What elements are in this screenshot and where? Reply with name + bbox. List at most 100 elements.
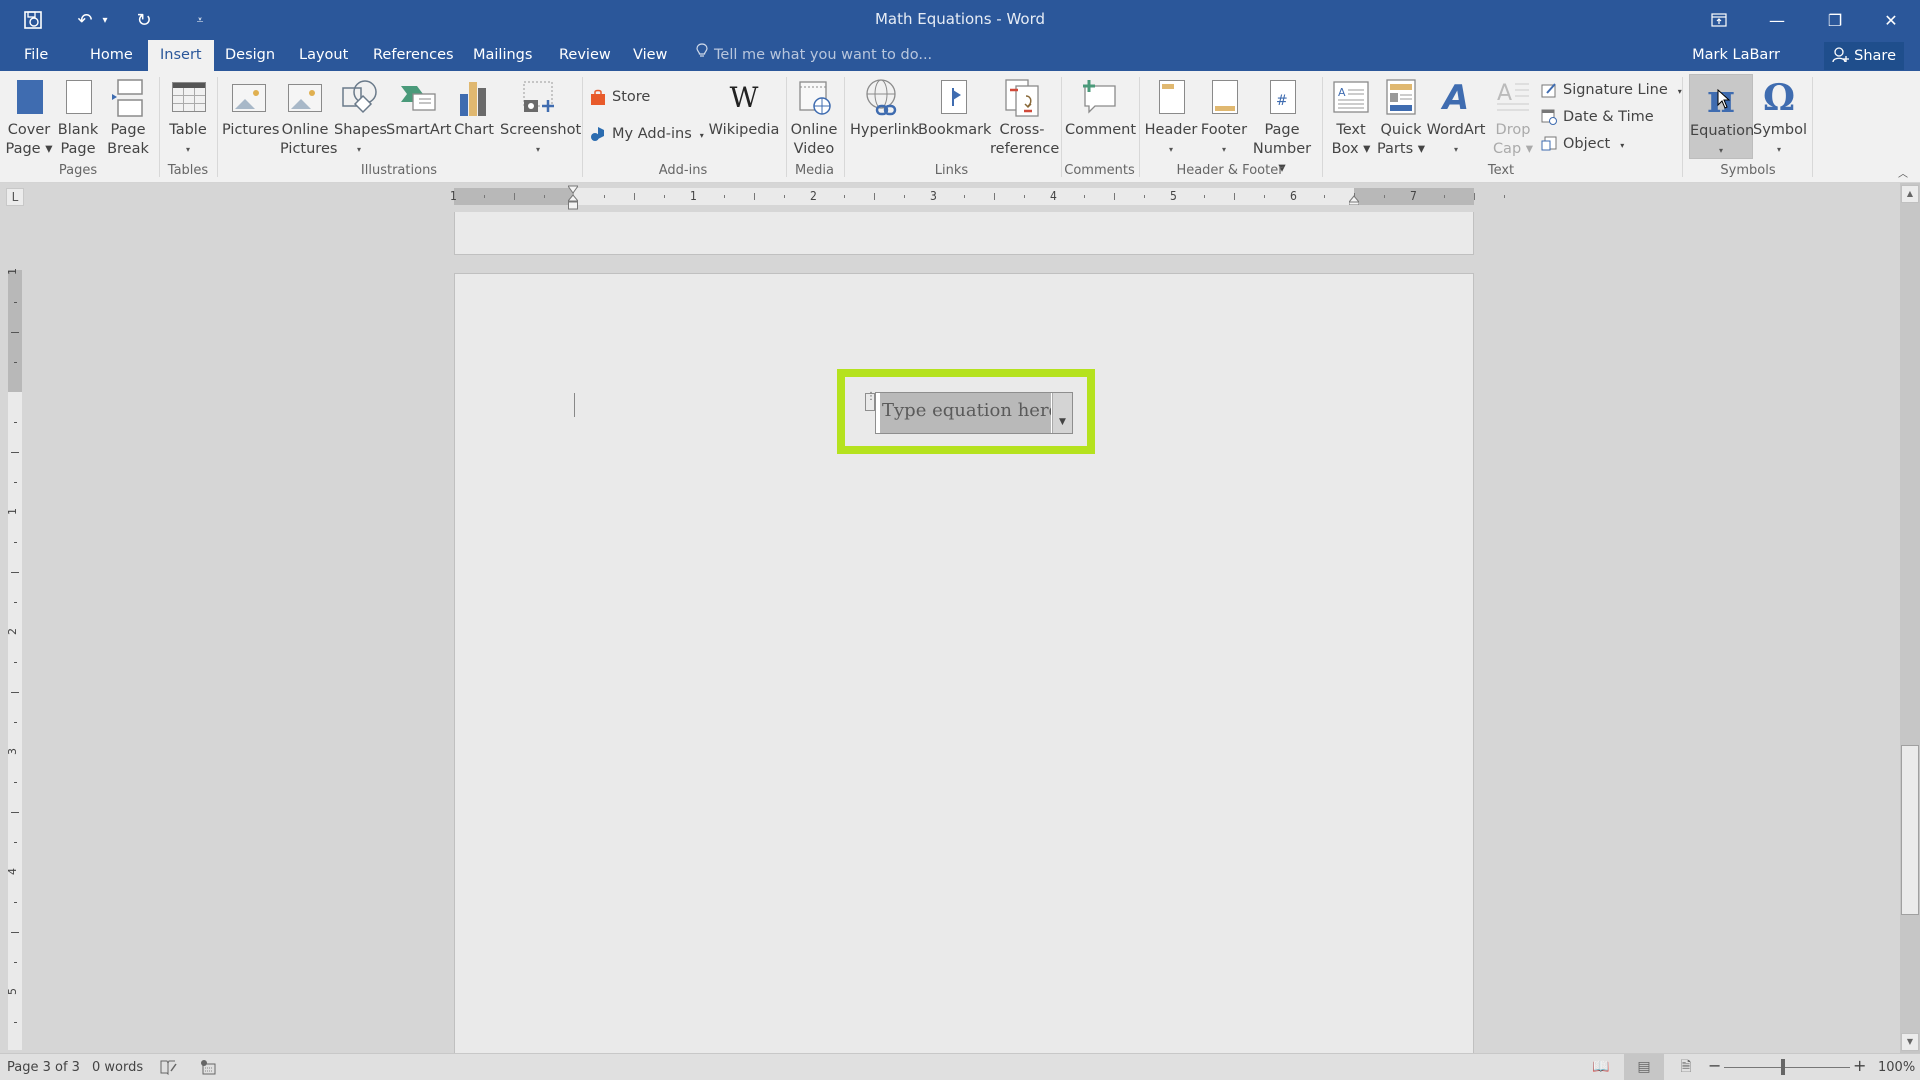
indent-marker[interactable]	[568, 185, 578, 213]
title-bar: ↶ ▾ ↻ ⩡ Math Equations - Word — ❐ ✕	[0, 0, 1920, 40]
scroll-down-button[interactable]: ▼	[1901, 1033, 1919, 1051]
tab-insert[interactable]: Insert	[148, 40, 214, 71]
online-pictures-button[interactable]: Online Pictures	[280, 74, 337, 164]
header-button[interactable]: Header ▾	[1143, 74, 1199, 164]
shapes-button[interactable]: Shapes ▾	[334, 74, 387, 164]
tab-view[interactable]: View	[621, 40, 679, 71]
zoom-in-button[interactable]: +	[1853, 1057, 1866, 1075]
comment-button[interactable]: Comment	[1065, 74, 1136, 164]
label: Table	[169, 122, 207, 138]
quick-parts-button[interactable]: Quick Parts ▾	[1376, 74, 1426, 164]
page-number-button[interactable]: # Page Number ▾	[1249, 74, 1315, 176]
tab-home[interactable]: Home	[78, 40, 145, 71]
tab-file[interactable]: File	[12, 40, 60, 71]
bookmark-button[interactable]: Bookmark	[918, 74, 991, 164]
equation-move-handle[interactable]: ⋮	[865, 392, 876, 411]
chevron-down-icon: ▾	[1776, 145, 1781, 154]
calendar-clock-icon	[1541, 109, 1559, 125]
user-name[interactable]: Mark LaBarr	[1692, 40, 1780, 71]
read-mode-button[interactable]: 📖	[1581, 1054, 1621, 1080]
object-button[interactable]: Object ▾	[1541, 133, 1624, 155]
drop-cap-button[interactable]: A Drop Cap ▾	[1488, 74, 1538, 164]
close-button[interactable]: ✕	[1862, 0, 1920, 40]
print-layout-button[interactable]: ▤	[1624, 1054, 1664, 1080]
ruler-tick	[544, 195, 545, 198]
hyperlink-icon	[863, 78, 903, 118]
tell-me-search[interactable]: Tell me what you want to do...	[696, 40, 932, 71]
label: Signature Line	[1563, 82, 1668, 98]
ruler-number: 5	[1170, 189, 1177, 203]
equation-options-dropdown[interactable]: ▼	[1052, 393, 1072, 433]
share-button[interactable]: Share	[1823, 42, 1904, 70]
page-count[interactable]: Page 3 of 3	[7, 1059, 80, 1077]
tab-review[interactable]: Review	[547, 40, 623, 71]
page-break-button[interactable]: Page Break	[105, 74, 151, 164]
online-video-button[interactable]: Online Video	[790, 74, 838, 164]
minimize-button[interactable]: —	[1748, 0, 1806, 40]
proofing-icon[interactable]	[160, 1059, 178, 1077]
ruler-number: 4	[6, 868, 19, 875]
zoom-level[interactable]: 100%	[1878, 1059, 1915, 1077]
web-layout-button[interactable]: 🗎	[1666, 1054, 1706, 1080]
label: Symbol	[1753, 122, 1808, 138]
restore-button[interactable]: ❐	[1806, 0, 1864, 40]
tab-design[interactable]: Design	[213, 40, 287, 71]
chart-button[interactable]: Chart	[452, 74, 496, 164]
horizontal-ruler[interactable]: 1 1 2 3 4 5 6 7	[450, 188, 1505, 205]
equation-box[interactable]: Type equation here. ▼	[875, 392, 1073, 434]
collapse-ribbon-icon[interactable]: ︿	[1895, 165, 1911, 180]
svg-text:A: A	[1497, 81, 1512, 106]
tab-references[interactable]: References	[361, 40, 466, 71]
comment-icon	[1079, 78, 1119, 118]
blank-page-button[interactable]: Blank Page	[55, 74, 101, 164]
label: Screenshot	[500, 122, 582, 138]
svg-text:A: A	[1338, 86, 1346, 99]
table-icon	[168, 78, 208, 118]
cross-reference-button[interactable]: Cross- reference	[990, 74, 1059, 164]
ruler-tick	[514, 193, 515, 200]
text-box-button[interactable]: A Text Box ▾	[1328, 74, 1374, 164]
ruler-number: 3	[6, 748, 19, 755]
group-label-text: Text	[1487, 163, 1515, 178]
wordart-button[interactable]: A WordArt ▾	[1426, 74, 1486, 164]
footer-button[interactable]: Footer ▾	[1199, 74, 1249, 164]
smartart-button[interactable]: SmartArt	[386, 74, 451, 164]
label: Cross-	[999, 122, 1045, 138]
vertical-scrollbar[interactable]: ▲ ▼	[1900, 183, 1920, 1053]
zoom-slider-thumb[interactable]	[1781, 1059, 1785, 1075]
table-button[interactable]: Table ▾	[165, 74, 211, 164]
equation-placeholder[interactable]: Type equation here.	[880, 393, 1051, 433]
tab-layout[interactable]: Layout	[287, 40, 360, 71]
wikipedia-button[interactable]: W Wikipedia	[708, 74, 780, 164]
group-label-links: Links	[934, 163, 969, 178]
cover-page-button[interactable]: Cover Page ▾	[5, 74, 53, 164]
date-time-button[interactable]: Date & Time	[1541, 106, 1654, 128]
tab-selector[interactable]: L	[6, 188, 24, 206]
ribbon-display-options-icon[interactable]	[1690, 0, 1748, 40]
word-count[interactable]: 0 words	[92, 1059, 143, 1077]
right-indent-marker[interactable]	[1349, 195, 1359, 205]
label: Online	[281, 122, 329, 138]
tab-mailings[interactable]: Mailings	[461, 40, 544, 71]
screenshot-button[interactable]: Screenshot ▾	[500, 74, 582, 164]
signature-line-button[interactable]: Signature Line ▾	[1541, 79, 1682, 101]
symbol-button[interactable]: Ω Symbol ▾	[1753, 74, 1808, 164]
label: My Add-ins	[612, 126, 692, 142]
pictures-button[interactable]: Pictures	[222, 74, 279, 164]
zoom-out-button[interactable]: −	[1708, 1057, 1721, 1075]
my-addins-button[interactable]: My Add-ins ▾	[590, 123, 704, 145]
label: Footer	[1200, 122, 1248, 138]
zoom-slider[interactable]	[1724, 1067, 1850, 1068]
group-separator	[217, 77, 218, 177]
ribbon-insert: Cover Page ▾ Blank Page Page Break Pages…	[0, 71, 1920, 183]
scrollbar-thumb[interactable]	[1901, 745, 1919, 915]
macro-recording-icon[interactable]	[200, 1059, 216, 1077]
ruler-tick	[1444, 195, 1445, 198]
blank-page-icon	[58, 78, 98, 118]
group-separator	[844, 77, 845, 177]
hyperlink-button[interactable]: Hyperlink	[850, 74, 919, 164]
store-button[interactable]: Store	[590, 86, 650, 108]
vertical-ruler[interactable]: 1 1 2 3 4 5	[6, 268, 22, 1050]
scroll-up-button[interactable]: ▲	[1901, 185, 1919, 203]
equation-button[interactable]: π Equation ▾	[1689, 74, 1754, 159]
